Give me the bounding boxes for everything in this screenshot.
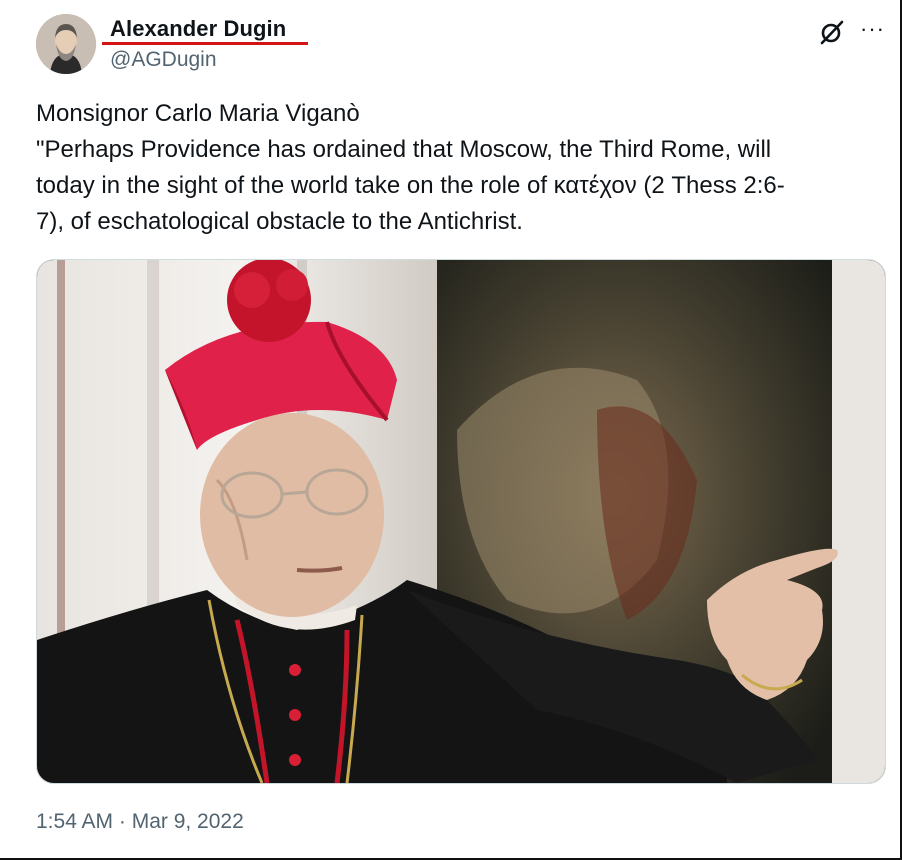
- photo-content: [37, 260, 885, 783]
- avatar-photo: [36, 14, 96, 74]
- tweet-line: Monsignor Carlo Maria Viganò: [36, 100, 360, 127]
- more-options-icon[interactable]: ···: [860, 18, 888, 42]
- tweet-line: "Perhaps Providence has ordained that Mo…: [36, 136, 772, 163]
- tweet-line: 7), of eschatological obstacle to the An…: [36, 208, 523, 235]
- author-avatar[interactable]: [36, 14, 96, 74]
- grok-icon[interactable]: [818, 18, 846, 46]
- tweet-photo[interactable]: [36, 259, 886, 784]
- author-handle[interactable]: @AGDugin: [110, 48, 217, 72]
- tweet-text: Monsignor Carlo Maria Viganò "Perhaps Pr…: [36, 96, 856, 240]
- tweet-timestamp[interactable]: 1:54 AM · Mar 9, 2022: [36, 810, 244, 834]
- tweet-line: today in the sight of the world take on …: [36, 172, 785, 199]
- name-highlight-underline: [102, 42, 308, 45]
- author-name[interactable]: Alexander Dugin: [110, 16, 286, 42]
